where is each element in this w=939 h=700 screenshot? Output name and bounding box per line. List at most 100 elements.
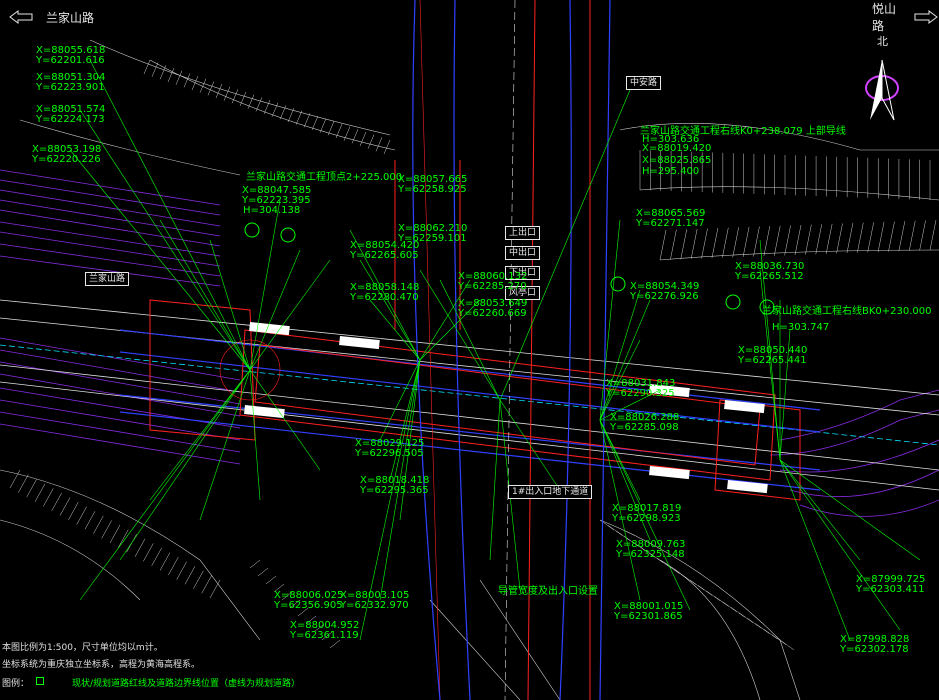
hatch-tick (209, 579, 221, 599)
hatch-tick (329, 639, 341, 649)
arrow-left-icon (9, 10, 33, 24)
hatch-tick (711, 228, 719, 259)
hatch-tick (175, 70, 183, 85)
entrance-callout-bottom: 1#出入口地下通道 (508, 485, 593, 499)
coordinate-y: Y=62224.173 (36, 114, 105, 125)
coordinate-y: Y=62285.270 (458, 281, 527, 292)
hatch-tick (747, 617, 762, 629)
hatch-tick (367, 134, 375, 149)
coordinate-y: Y=62303.411 (856, 584, 925, 595)
center-box: 上出口 (505, 226, 541, 240)
hatch-tick (753, 226, 760, 257)
leader-line (489, 399, 501, 561)
hatch-tick (151, 547, 162, 567)
hatch-tick (311, 115, 319, 131)
coordinate-y: Y=62223.395 (242, 195, 311, 206)
hatch-tick (383, 139, 391, 155)
coordinate-y: Y=62361.119 (290, 630, 359, 641)
hatch-tick (223, 86, 231, 101)
coordinate-y: Y=62290.325 (606, 388, 675, 399)
coordinate-y: Y=62280.470 (350, 292, 419, 303)
leader-line (419, 279, 471, 361)
bottom-note: 导管宽度及出入口设置 (498, 586, 598, 597)
hatch-tick (184, 566, 196, 585)
hatch-tick (784, 225, 791, 256)
hatch-tick (101, 520, 112, 539)
hatch-tick (143, 543, 154, 562)
hatch-tick (659, 229, 667, 261)
elevation-note: H=304.138 (243, 205, 301, 216)
hatch-tick (689, 579, 705, 591)
hatch-tick (701, 228, 708, 259)
hatch-tick (738, 612, 754, 623)
hatch-tick (109, 524, 121, 544)
hatch-tick (825, 223, 833, 254)
leader-line (209, 239, 251, 371)
leader-line (249, 369, 321, 471)
hatch-tick (303, 113, 311, 128)
hatch-tick (193, 570, 204, 589)
hatch-tick (670, 229, 677, 260)
hatch-tick (201, 575, 212, 594)
coordinate-y: Y=62271.147 (636, 218, 705, 229)
coordinate-y: Y=62260.669 (458, 308, 527, 319)
hatch-tick (287, 107, 295, 123)
note-scale: 本图比例为1:500，尺寸单位均以m计。 (2, 643, 163, 653)
hatch-tick (255, 97, 263, 112)
hatch-tick (84, 511, 96, 530)
hatch-tick (706, 590, 721, 602)
hatch-tick (732, 227, 739, 258)
right-road-name: 悦山路 (872, 2, 897, 33)
hatch-tick (143, 59, 151, 75)
coordinate-y: Y=62285.098 (610, 422, 679, 433)
hatch-tick (59, 497, 71, 516)
left-road-nav[interactable]: 兰家山路 (8, 6, 94, 28)
coordinate-y: Y=62302.178 (840, 644, 909, 655)
legend-swatch (36, 677, 44, 685)
hatch-tick (93, 515, 104, 534)
leader-line (79, 369, 251, 601)
coordinate-y: Y=62265.441 (738, 355, 807, 366)
hatch-tick (681, 574, 696, 585)
hatch-tick (929, 219, 937, 251)
hatch-tick (773, 225, 781, 256)
hatch-tick (665, 563, 680, 574)
hatch-tick (26, 479, 37, 498)
hatch-tick (867, 222, 874, 253)
hatch-tick (215, 83, 223, 99)
hatch-tick (771, 634, 786, 645)
property-lines-left (0, 169, 241, 465)
hatch-tick (327, 121, 335, 136)
hatch-tick (919, 220, 926, 251)
elevation-note: X=88019.420 (642, 143, 712, 154)
hatch-tick (794, 224, 802, 256)
hatch-tick (742, 226, 750, 257)
coordinate-y: Y=62265.512 (735, 271, 804, 282)
coordinate-y: Y=62298.923 (612, 513, 681, 524)
hatch-tick (151, 62, 159, 77)
hatch-tick (159, 552, 171, 571)
leader-line (249, 259, 331, 371)
hatch-tick (877, 221, 885, 252)
hatch-tick (295, 110, 303, 125)
right-road-nav[interactable]: 悦山路 (872, 2, 939, 33)
hatch-tick (207, 81, 215, 96)
hatch-tick (846, 223, 854, 254)
hatch-tick (805, 224, 812, 255)
leader-line (779, 459, 901, 631)
hatch-tick (375, 137, 383, 152)
hatch-tick (134, 538, 146, 557)
hatch-tick (159, 65, 167, 80)
hatch-tick (690, 228, 698, 259)
coordinate-y: Y=62325.148 (616, 549, 685, 560)
hatch-tick (763, 226, 771, 257)
station-callout-left: 兰家山路 (85, 272, 130, 286)
hatch-tick (755, 623, 770, 634)
north-arrow-icon (865, 59, 899, 121)
leader-line (69, 149, 251, 371)
note-legend: 图例： (2, 679, 30, 689)
coordinate-y: Y=62332.970 (340, 600, 409, 611)
hatch-tick (714, 596, 729, 607)
hatch-tick (351, 129, 359, 144)
hatch-tick (168, 556, 179, 576)
